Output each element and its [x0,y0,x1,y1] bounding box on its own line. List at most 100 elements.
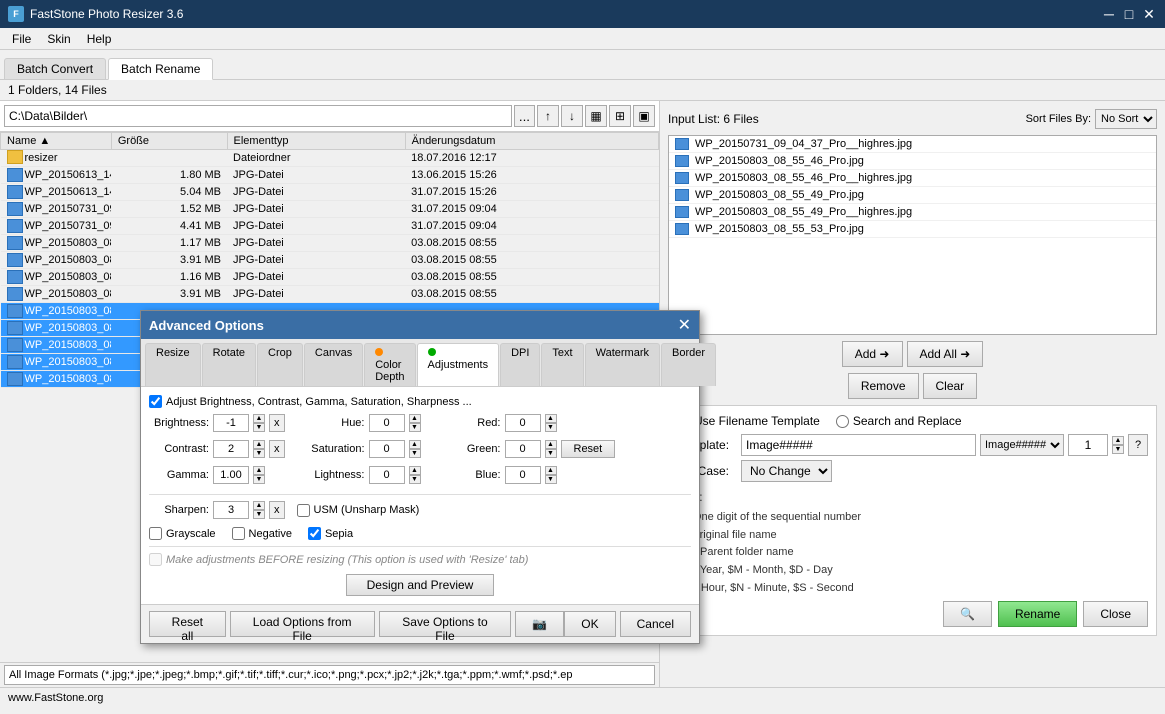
negative-label[interactable]: Negative [232,527,292,540]
blue-input[interactable] [505,466,541,484]
hue-input[interactable] [369,414,405,432]
gamma-label: Gamma: [149,469,209,481]
tab-border[interactable]: Border [661,343,716,386]
form-row-1: Brightness: ▲ ▼ x Contrast: ▲ ▼ [149,414,691,488]
green-input[interactable] [505,440,541,458]
sharpen-down[interactable]: ▼ [253,510,265,519]
mid-col: Hue: ▲ ▼ Saturation: ▲ ▼ [305,414,421,488]
grayscale-checkbox[interactable] [149,527,162,540]
lightness-down[interactable]: ▼ [409,475,421,484]
gamma-input[interactable] [213,466,249,484]
tab-color-depth[interactable]: Color Depth [364,343,415,386]
saturation-up[interactable]: ▲ [409,440,421,449]
red-input[interactable] [505,414,541,432]
contrast-down[interactable]: ▼ [253,449,265,458]
lightness-group: Lightness: ▲ ▼ [305,466,421,484]
load-options-button[interactable]: Load Options from File [230,611,375,637]
hue-label: Hue: [305,417,365,429]
green-label: Green: [441,443,501,455]
contrast-label: Contrast: [149,443,209,455]
hue-up[interactable]: ▲ [409,414,421,423]
dialog-title-bar: Advanced Options ✕ [141,311,699,339]
tab-dpi[interactable]: DPI [500,343,540,386]
note-text: Make adjustments BEFORE resizing (This o… [149,553,691,566]
brightness-reset[interactable]: x [269,414,285,432]
tab-canvas[interactable]: Canvas [304,343,363,386]
contrast-up[interactable]: ▲ [253,440,265,449]
sepia-label[interactable]: Sepia [308,527,353,540]
red-up[interactable]: ▲ [545,414,557,423]
sharpen-up[interactable]: ▲ [253,501,265,510]
green-down[interactable]: ▼ [545,449,557,458]
brightness-input[interactable] [213,414,249,432]
brightness-down[interactable]: ▼ [253,423,265,432]
dialog-overlay: Advanced Options ✕ Resize Rotate Crop Ca… [0,0,1165,714]
sharpen-input[interactable] [213,501,249,519]
grayscale-text: Grayscale [166,528,216,540]
note-text-span: Make adjustments BEFORE resizing (This o… [166,554,528,566]
color-reset-button[interactable]: Reset [561,440,616,458]
saturation-group: Saturation: ▲ ▼ [305,440,421,458]
dialog-title-text: Advanced Options [149,318,264,333]
hue-down[interactable]: ▼ [409,423,421,432]
dialog-body: Adjust Brightness, Contrast, Gamma, Satu… [141,387,699,604]
tab-watermark[interactable]: Watermark [585,343,660,386]
dialog-footer: Reset all Load Options from File Save Op… [141,604,699,643]
lightness-input[interactable] [369,466,405,484]
negative-text: Negative [249,528,292,540]
camera-icon-button[interactable]: 📷 [515,611,564,637]
red-spin: ▲ ▼ [545,414,557,432]
note-checkbox [149,553,162,566]
ok-button[interactable]: OK [564,611,615,637]
brightness-spin: ▲ ▼ [253,414,265,432]
lightness-spin: ▲ ▼ [409,466,421,484]
sharpen-label: Sharpen: [149,504,209,516]
tab-adjustments[interactable]: Adjustments [417,343,500,386]
usm-label[interactable]: USM (Unsharp Mask) [297,504,420,517]
gamma-down[interactable]: ▼ [253,475,265,484]
tab-rotate[interactable]: Rotate [202,343,256,386]
contrast-reset[interactable]: x [269,440,285,458]
green-group: Green: ▲ ▼ Reset [441,440,616,458]
blue-down[interactable]: ▼ [545,475,557,484]
lightness-label: Lightness: [305,469,365,481]
sharpen-group: Sharpen: ▲ ▼ x USM (Unsharp Mask) [149,501,691,519]
sharpen-reset[interactable]: x [269,501,285,519]
contrast-group: Contrast: ▲ ▼ x [149,440,285,458]
brightness-up[interactable]: ▲ [253,414,265,423]
saturation-input[interactable] [369,440,405,458]
red-label: Red: [441,417,501,429]
tab-crop[interactable]: Crop [257,343,303,386]
red-down[interactable]: ▼ [545,423,557,432]
saturation-down[interactable]: ▼ [409,449,421,458]
sepia-checkbox[interactable] [308,527,321,540]
usm-checkbox[interactable] [297,504,310,517]
left-col: Brightness: ▲ ▼ x Contrast: ▲ ▼ [149,414,285,488]
footer-left: Reset all Load Options from File Save Op… [149,611,564,637]
gamma-up[interactable]: ▲ [253,466,265,475]
negative-checkbox[interactable] [232,527,245,540]
dialog-close-button[interactable]: ✕ [678,315,691,335]
tab-resize[interactable]: Resize [145,343,201,386]
right-col: Red: ▲ ▼ Green: ▲ ▼ [441,414,616,488]
adjust-checkbox[interactable] [149,395,162,408]
adjust-checkbox-row: Adjust Brightness, Contrast, Gamma, Satu… [149,395,691,408]
brightness-label: Brightness: [149,417,209,429]
adjust-checkbox-label[interactable]: Adjust Brightness, Contrast, Gamma, Satu… [149,395,691,408]
save-options-button[interactable]: Save Options to File [379,611,512,637]
tab-text[interactable]: Text [541,343,583,386]
hue-group: Hue: ▲ ▼ [305,414,421,432]
blue-group: Blue: ▲ ▼ [441,466,616,484]
separator-1 [149,494,691,495]
blue-up[interactable]: ▲ [545,466,557,475]
contrast-input[interactable] [213,440,249,458]
hue-spin: ▲ ▼ [409,414,421,432]
reset-all-button[interactable]: Reset all [149,611,226,637]
cancel-button[interactable]: Cancel [620,611,691,637]
green-up[interactable]: ▲ [545,440,557,449]
adjust-checkbox-text: Adjust Brightness, Contrast, Gamma, Satu… [166,396,472,408]
lightness-up[interactable]: ▲ [409,466,421,475]
grayscale-label[interactable]: Grayscale [149,527,216,540]
design-preview-button[interactable]: Design and Preview [346,574,495,596]
sepia-text: Sepia [325,528,353,540]
